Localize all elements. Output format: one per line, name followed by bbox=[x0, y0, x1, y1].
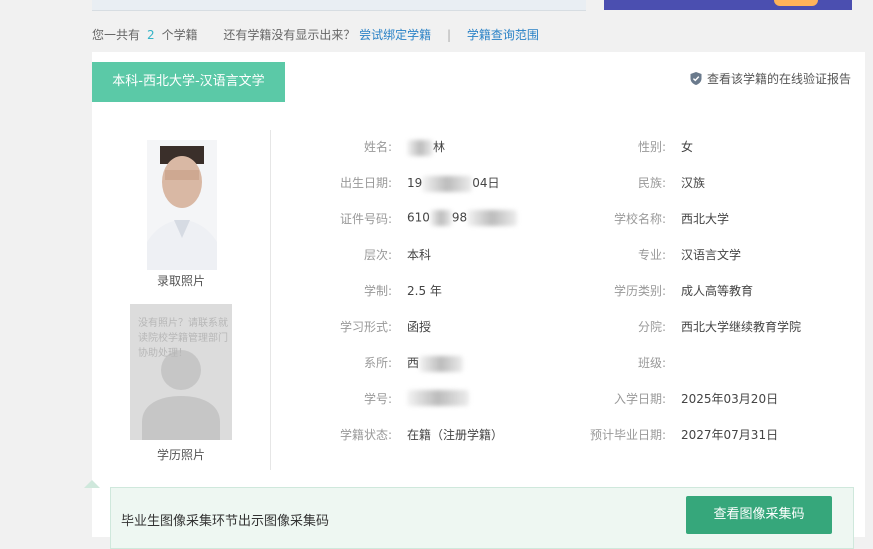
no-photo-hint: 没有照片？请联系就读院校学籍管理部门协助处理！ bbox=[138, 318, 228, 359]
verify-report-text: 查看该学籍的在线验证报告 bbox=[706, 72, 851, 86]
image-collection-notice: 毕业生图像采集环节出示图像采集码 查看图像采集码 bbox=[110, 487, 854, 549]
field-row-major: 专业: 汉语言文学 bbox=[272, 246, 862, 266]
image-collection-text: 毕业生图像采集环节出示图像采集码 bbox=[121, 514, 330, 529]
gender-value: 女 bbox=[681, 140, 694, 154]
top-banner-right[interactable] bbox=[604, 0, 852, 10]
gender-label: 性别: bbox=[637, 140, 666, 154]
admission-photo-label: 录取照片 bbox=[156, 274, 205, 288]
ethnicity-label: 民族: bbox=[637, 176, 666, 190]
count-prefix: 您一共有 bbox=[92, 28, 141, 42]
verify-report-link[interactable]: 查看该学籍的在线验证报告 bbox=[690, 70, 851, 87]
record-count-line: 您一共有 2 个学籍 还有学籍没有显示出来？ 尝试绑定学籍 | 学籍查询范围 bbox=[92, 26, 539, 43]
record-info: 姓名: 林 出生日期: 19 04日 证件号码: 610 98 层次: 本科 学制:… bbox=[272, 130, 862, 460]
field-row-college: 分院: 西北大学继续教育学院 bbox=[272, 318, 862, 338]
field-row-school: 学校名称: 西北大学 bbox=[272, 210, 862, 230]
top-banner-left[interactable] bbox=[92, 0, 586, 11]
link-separator: | bbox=[447, 28, 452, 42]
college-label: 分院: bbox=[637, 320, 666, 334]
enroll-date-value: 2025年03月20日 bbox=[681, 392, 779, 406]
record-card: 本科-西北大学-汉语言文学 查看该学籍的在线验证报告 录取照片 没有照片？请联系… bbox=[92, 52, 865, 537]
school-label: 学校名称: bbox=[613, 212, 666, 226]
admission-photo bbox=[147, 140, 217, 270]
field-row-education-type: 学历类别: 成人高等教育 bbox=[272, 282, 862, 302]
view-collection-code-button[interactable]: 查看图像采集码 bbox=[686, 496, 832, 534]
graduation-date-label: 预计毕业日期: bbox=[589, 428, 666, 442]
college-value: 西北大学继续教育学院 bbox=[681, 320, 802, 334]
graduation-date-value: 2027年07月31日 bbox=[681, 428, 779, 442]
notice-pointer bbox=[84, 480, 100, 488]
class-label: 班级: bbox=[637, 356, 666, 370]
missing-record-question: 还有学籍没有显示出来？ bbox=[223, 28, 356, 42]
person-silhouette-icon bbox=[147, 140, 217, 270]
field-row-enroll-date: 入学日期: 2025年03月20日 bbox=[272, 390, 862, 410]
photo-column: 录取照片 没有照片？请联系就读院校学籍管理部门协助处理！ 学历照片 bbox=[92, 130, 271, 470]
enroll-date-label: 入学日期: bbox=[613, 392, 666, 406]
education-type-label: 学历类别: bbox=[613, 284, 666, 298]
major-label: 专业: bbox=[637, 248, 666, 262]
degree-photo-label: 学历照片 bbox=[156, 448, 205, 462]
shield-icon bbox=[690, 72, 702, 85]
ethnicity-value: 汉族 bbox=[681, 176, 706, 190]
bind-record-link[interactable]: 尝试绑定学籍 bbox=[359, 28, 431, 42]
education-type-value: 成人高等教育 bbox=[681, 284, 754, 298]
field-row-class: 班级: bbox=[272, 354, 862, 374]
record-count: 2 bbox=[147, 28, 155, 42]
query-scope-link[interactable]: 学籍查询范围 bbox=[467, 28, 539, 42]
field-row-gender: 性别: 女 bbox=[272, 138, 862, 158]
field-row-ethnicity: 民族: 汉族 bbox=[272, 174, 862, 194]
count-suffix: 个学籍 bbox=[161, 28, 198, 42]
field-row-graduation-date: 预计毕业日期: 2027年07月31日 bbox=[272, 426, 862, 446]
record-tab[interactable]: 本科-西北大学-汉语言文学 bbox=[92, 62, 285, 102]
school-value: 西北大学 bbox=[681, 212, 730, 226]
degree-photo-placeholder: 没有照片？请联系就读院校学籍管理部门协助处理！ bbox=[130, 304, 232, 440]
major-value: 汉语言文学 bbox=[681, 248, 742, 262]
